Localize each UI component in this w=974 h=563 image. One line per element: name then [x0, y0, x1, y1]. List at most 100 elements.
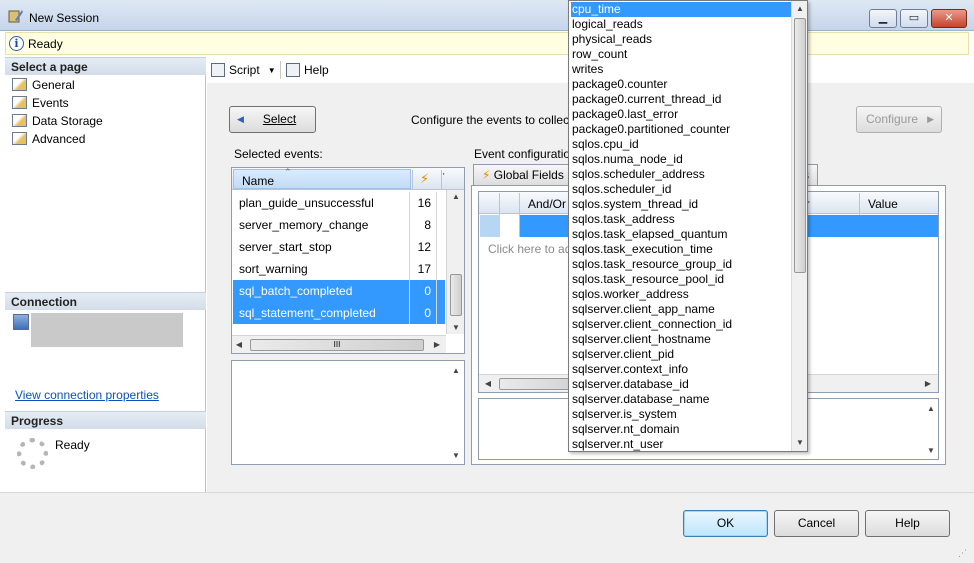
table-row[interactable]: sql_batch_completed 0 [233, 280, 445, 302]
event-name: server_start_stop [239, 240, 332, 254]
configure-text: Configure the events to collec [411, 113, 570, 127]
table-row[interactable]: plan_guide_unsuccessful 16 [233, 192, 445, 214]
scroll-up-icon[interactable]: ▲ [450, 366, 462, 375]
selected-events-grid[interactable]: Name ⌃ ⚡ ' plan_guide_unsuccessful 16 ser… [231, 167, 465, 354]
dropdown-item[interactable]: package0.last_error [571, 107, 791, 122]
ok-button[interactable]: OK [683, 510, 768, 537]
dropdown-item[interactable]: cpu_time [571, 2, 791, 17]
and-or-column-header[interactable]: And/Or [528, 197, 566, 211]
select-button[interactable]: ◀ Select [229, 106, 316, 133]
page-data-storage[interactable]: Data Storage [12, 112, 103, 129]
connection-header: Connection [5, 292, 206, 310]
dropdown-item[interactable]: sqlos.system_thread_id [571, 197, 791, 212]
forward-arrow-icon: ▶ [927, 114, 934, 124]
connection-details-redacted [31, 313, 183, 347]
dropdown-item[interactable]: sqlserver.client_hostname [571, 332, 791, 347]
select-page-header: Select a page [5, 57, 206, 75]
connection-icon [13, 314, 29, 330]
help-button[interactable]: Help [286, 61, 329, 79]
event-name: sql_statement_completed [239, 306, 376, 320]
table-row[interactable]: sort_warning 17 [233, 258, 445, 280]
cancel-button[interactable]: Cancel [774, 510, 859, 537]
scroll-right-icon[interactable]: ▶ [432, 340, 442, 349]
dropdown-item[interactable]: sqlserver.client_app_name [571, 302, 791, 317]
global-fields-dropdown[interactable]: ▲ ▼ cpu_time logical_reads physical_reads r… [568, 0, 808, 452]
scroll-up-icon[interactable]: ▲ [447, 192, 465, 201]
dropdown-item[interactable]: package0.partitioned_counter [571, 122, 791, 137]
event-count: 8 [424, 218, 431, 232]
page-events[interactable]: Events [12, 94, 69, 111]
hscroll-thumb[interactable]: III [250, 339, 424, 351]
page-advanced[interactable]: Advanced [12, 130, 85, 147]
value-column-header[interactable]: Value [868, 197, 898, 211]
horizontal-scrollbar[interactable]: ◀ III ▶ [232, 335, 446, 353]
dropdown-item[interactable]: sqlos.scheduler_id [571, 182, 791, 197]
chevron-down-icon: ▼ [267, 65, 276, 75]
dropdown-scrollbar[interactable]: ▲ ▼ [791, 1, 807, 451]
dropdown-item[interactable]: sqlserver.nt_domain [571, 422, 791, 437]
back-arrow-icon: ◀ [237, 114, 244, 124]
resize-grip-icon[interactable]: ⋰ [958, 548, 970, 560]
dropdown-item[interactable]: sqlserver.nt_user [571, 437, 791, 451]
script-button[interactable]: Script ▼ [211, 61, 276, 79]
table-row[interactable]: server_memory_change 8 [233, 214, 445, 236]
scroll-down-icon[interactable]: ▼ [792, 438, 807, 447]
dropdown-item[interactable]: sqlos.task_elapsed_quantum [571, 227, 791, 242]
dropdown-item[interactable]: row_count [571, 47, 791, 62]
info-icon: i [9, 36, 24, 51]
table-row[interactable]: server_start_stop 12 [233, 236, 445, 258]
dropdown-item[interactable]: sqlos.task_resource_group_id [571, 257, 791, 272]
tab-global-fields-label: Global Fields [493, 168, 564, 182]
event-count: 0 [424, 306, 431, 320]
dropdown-item[interactable]: package0.current_thread_id [571, 92, 791, 107]
scroll-up-icon[interactable]: ▲ [792, 4, 807, 13]
minimize-button[interactable]: ▁ [869, 9, 897, 28]
dropdown-item[interactable]: sqlserver.client_connection_id [571, 317, 791, 332]
dropdown-item[interactable]: sqlserver.client_pid [571, 347, 791, 362]
tab-global-fields[interactable]: ⚡ Global Fields [473, 164, 577, 186]
dropdown-item[interactable]: sqlos.numa_node_id [571, 152, 791, 167]
name-column-label: Name [242, 174, 275, 188]
configure-button[interactable]: Configure ▶ [856, 106, 942, 133]
dropdown-item[interactable]: sqlos.task_resource_pool_id [571, 272, 791, 287]
scroll-down-icon[interactable]: ▼ [447, 323, 465, 332]
window-title: New Session [29, 11, 100, 25]
vertical-scrollbar[interactable]: ▲ ▼ [446, 190, 464, 334]
scroll-down-icon[interactable]: ▼ [925, 446, 937, 455]
maximize-button[interactable]: ▭ [900, 9, 928, 28]
filter-placeholder[interactable]: Click here to ad [488, 242, 571, 256]
dropdown-item[interactable]: sqlserver.database_name [571, 392, 791, 407]
dropdown-item[interactable]: sqlserver.database_id [571, 377, 791, 392]
dropdown-item[interactable]: physical_reads [571, 32, 791, 47]
dropdown-item[interactable]: logical_reads [571, 17, 791, 32]
dropdown-item[interactable]: sqlserver.is_system [571, 407, 791, 422]
dropdown-item[interactable]: package0.counter [571, 77, 791, 92]
page-advanced-label: Advanced [32, 131, 86, 146]
script-icon [211, 63, 225, 77]
scroll-down-icon[interactable]: ▼ [450, 451, 462, 460]
event-count: 17 [417, 262, 431, 276]
left-pane: Select a page General Events Data Storag… [5, 57, 206, 492]
lightning-icon: ⚡ [482, 168, 491, 182]
page-general[interactable]: General [12, 76, 75, 93]
dropdown-item[interactable]: sqlos.task_execution_time [571, 242, 791, 257]
dropdown-item[interactable]: sqlos.task_address [571, 212, 791, 227]
scroll-thumb[interactable] [450, 274, 462, 316]
close-button[interactable]: ✕ [931, 9, 967, 28]
row-selector[interactable] [480, 215, 500, 237]
dropdown-item[interactable]: sqlos.scheduler_address [571, 167, 791, 182]
scroll-right-icon[interactable]: ▶ [923, 379, 933, 388]
dropdown-item[interactable]: sqlserver.context_info [571, 362, 791, 377]
dropdown-item[interactable]: sqlos.worker_address [571, 287, 791, 302]
dropdown-item[interactable]: sqlos.cpu_id [571, 137, 791, 152]
scroll-left-icon[interactable]: ◀ [234, 340, 244, 349]
view-connection-properties-link[interactable]: View connection properties [15, 388, 159, 402]
event-description-box: ▲ ▼ [231, 360, 465, 465]
configure-button-label: Configure [865, 112, 919, 126]
scroll-left-icon[interactable]: ◀ [483, 379, 493, 388]
footer-help-button[interactable]: Help [865, 510, 950, 537]
scroll-thumb[interactable] [794, 18, 806, 273]
dropdown-item[interactable]: writes [571, 62, 791, 77]
scroll-up-icon[interactable]: ▲ [925, 404, 937, 413]
table-row[interactable]: sql_statement_completed 0 [233, 302, 445, 324]
